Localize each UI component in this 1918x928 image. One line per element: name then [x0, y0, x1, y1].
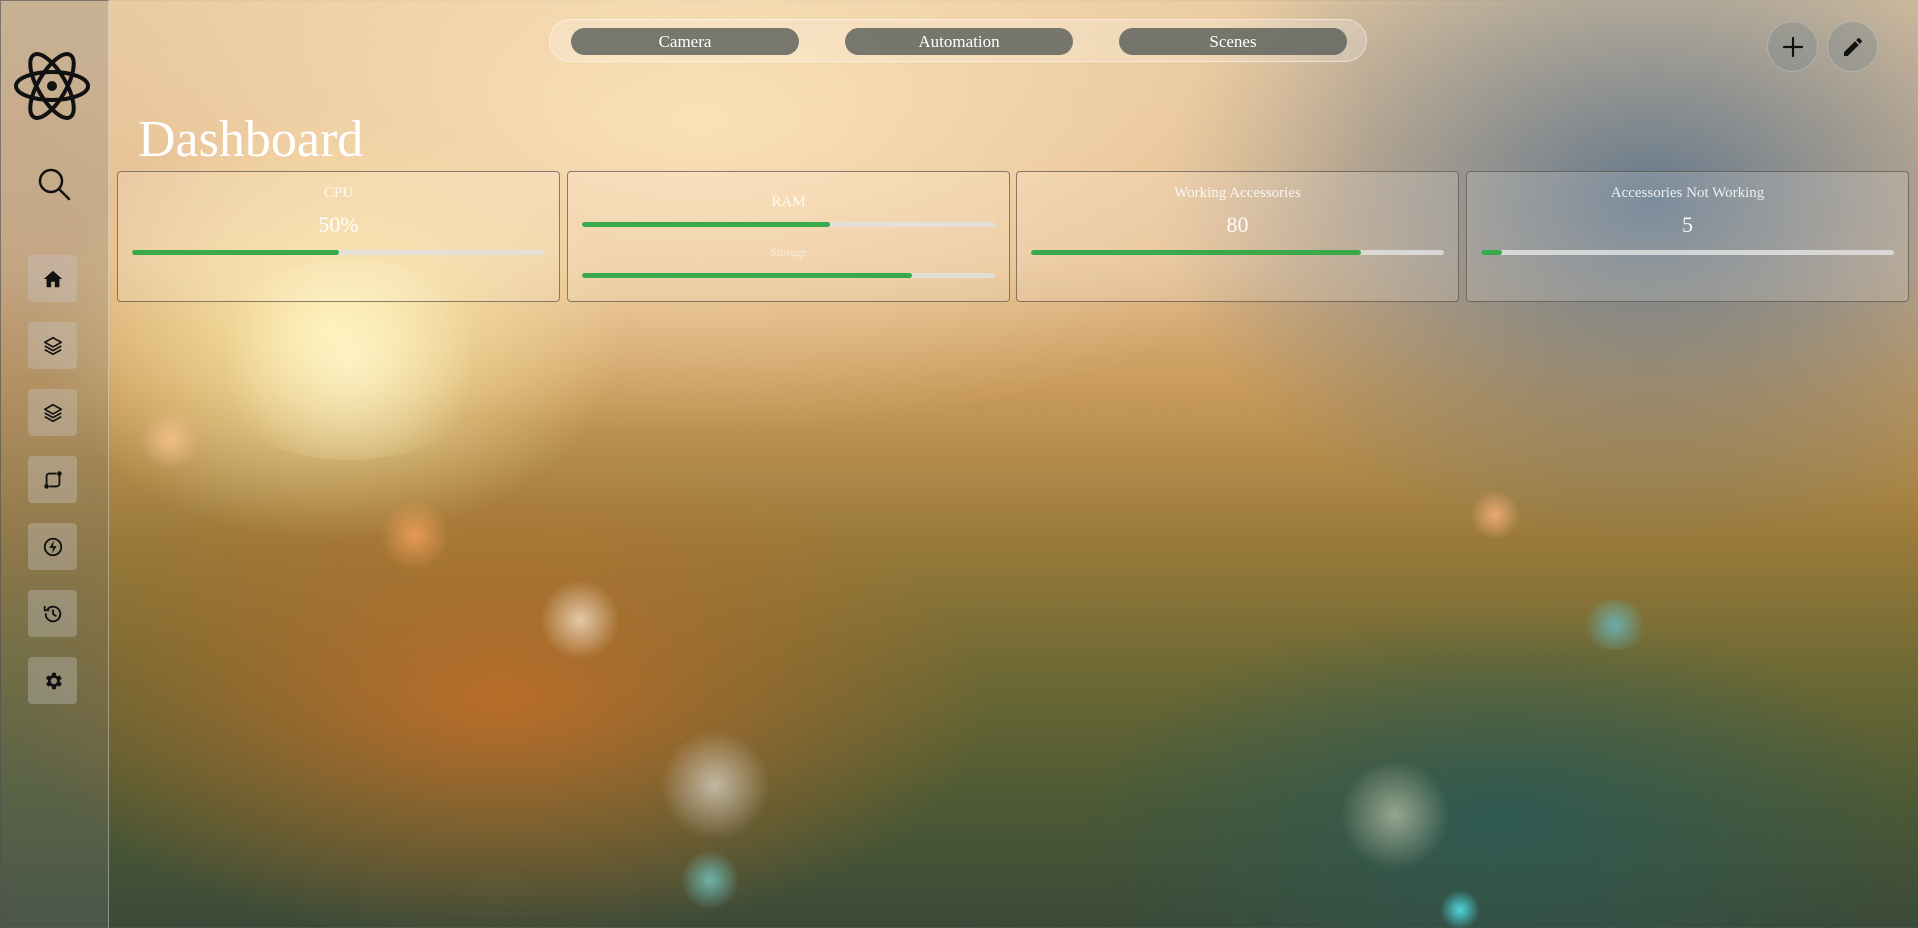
tab-automation[interactable]: Automation	[845, 28, 1073, 55]
background-bokeh	[1470, 490, 1520, 540]
sidebar-item-layers-1[interactable]	[28, 322, 77, 369]
ram-label: RAM	[771, 194, 806, 210]
cpu-progress-fill	[132, 250, 339, 255]
background-bokeh	[1440, 890, 1480, 928]
accessories-not-working-value: 5	[1682, 212, 1693, 237]
working-accessories-value: 80	[1226, 212, 1249, 237]
background-bokeh	[1580, 600, 1650, 650]
accessories-not-working-progress-bar	[1481, 250, 1894, 255]
accessories-not-working-progress-fill	[1481, 250, 1502, 255]
background-bokeh	[140, 410, 200, 470]
layers-icon	[43, 336, 62, 355]
pencil-icon	[1843, 37, 1862, 56]
accessories-not-working-card: Accessories Not Working 5	[1466, 171, 1909, 302]
edit-button[interactable]	[1827, 21, 1878, 72]
cpu-progress-bar	[132, 250, 545, 255]
add-button[interactable]	[1767, 21, 1818, 72]
route-icon	[43, 470, 62, 489]
atom-icon[interactable]	[11, 43, 93, 125]
accessories-not-working-label: Accessories Not Working	[1610, 185, 1765, 201]
sidebar	[0, 0, 109, 928]
working-accessories-label: Working Accessories	[1174, 185, 1301, 201]
history-icon	[43, 605, 61, 622]
layers-icon	[43, 403, 62, 422]
ram-progress-fill	[582, 222, 830, 227]
tab-scenes[interactable]: Scenes	[1119, 28, 1347, 55]
sidebar-item-home[interactable]	[28, 255, 77, 302]
storage-progress-fill	[582, 273, 913, 278]
working-accessories-card: Working Accessories 80	[1016, 171, 1459, 302]
lightning-circle-icon	[43, 537, 62, 556]
sidebar-item-energy[interactable]	[28, 523, 77, 570]
top-nav: Camera Automation Scenes	[549, 19, 1367, 62]
storage-progress-bar	[582, 273, 995, 278]
storage-label: Storage	[770, 245, 807, 259]
background-bokeh	[1340, 760, 1450, 870]
cpu-value: 50%	[318, 212, 359, 237]
search-icon[interactable]	[37, 167, 71, 201]
ram-card: RAM Storage	[567, 171, 1010, 302]
sidebar-item-routes[interactable]	[28, 456, 77, 503]
tab-camera[interactable]: Camera	[571, 28, 799, 55]
background-bokeh	[540, 580, 620, 660]
gear-icon	[45, 672, 62, 689]
background-bokeh	[680, 850, 740, 910]
cpu-label: CPU	[323, 185, 354, 201]
plus-icon	[1782, 36, 1803, 57]
home-icon	[43, 270, 62, 287]
background-bokeh	[380, 500, 450, 570]
working-accessories-progress-fill	[1031, 250, 1362, 255]
sidebar-item-history[interactable]	[28, 590, 77, 637]
page-title: Dashboard	[138, 111, 364, 168]
sidebar-item-settings[interactable]	[28, 657, 77, 704]
sidebar-item-layers-2[interactable]	[28, 389, 77, 436]
cpu-card: CPU 50%	[117, 171, 560, 302]
ram-progress-bar	[582, 222, 995, 227]
background-bokeh	[660, 730, 770, 840]
working-accessories-progress-bar	[1031, 250, 1444, 255]
